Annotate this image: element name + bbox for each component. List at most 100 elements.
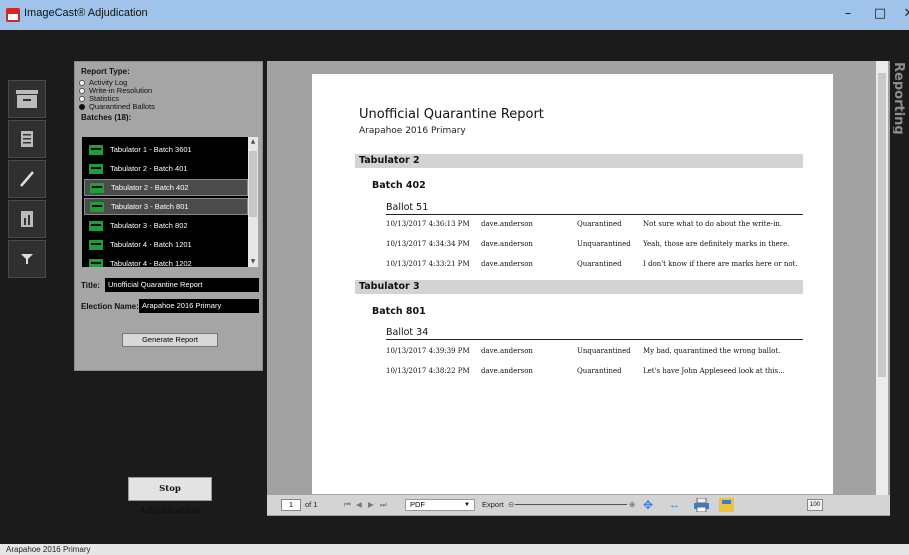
export-format-value: PDF <box>410 500 425 509</box>
maximize-button[interactable]: □ <box>866 3 894 25</box>
list-item[interactable]: Tabulator 2 - Batch 401 <box>84 160 248 177</box>
scroll-down-icon[interactable]: ▼ <box>248 257 258 267</box>
report-page: Unofficial Quarantine Report Arapahoe 20… <box>312 74 833 494</box>
row-status: Unquarantined <box>577 240 631 248</box>
tab-filter[interactable] <box>8 240 46 278</box>
prev-page-icon[interactable]: ◀ <box>356 495 362 515</box>
save-icon[interactable] <box>719 498 734 512</box>
table-row: 10/13/2017 4:39:39 PM dave.anderson Unqu… <box>386 347 816 359</box>
radio-dot <box>79 79 85 86</box>
stop-adjudication-button[interactable]: Stop Adjudication <box>128 477 212 516</box>
tab-reports[interactable] <box>8 200 46 238</box>
radio-quarantined-ballots[interactable]: Quarantined Ballots <box>79 102 155 111</box>
title-input[interactable]: Unofficial Quarantine Report <box>105 278 259 292</box>
election-name-label: Election Name: <box>81 302 139 311</box>
export-format-select[interactable]: PDF ▼ <box>405 499 475 511</box>
row-time: 10/13/2017 4:38:22 PM <box>386 367 470 375</box>
report-title: Unofficial Quarantine Report <box>359 107 544 122</box>
batch-label: Tabulator 4 - Batch 1201 <box>110 240 192 249</box>
zoom-slider[interactable]: 100 <box>515 499 823 511</box>
scroll-thumb[interactable] <box>878 73 886 377</box>
batch-icon <box>89 144 103 155</box>
reporting-label-text: Reporting <box>893 62 906 135</box>
list-item-selected[interactable]: Tabulator 3 - Batch 801 <box>84 198 248 215</box>
tabulator-header: Tabulator 2 <box>355 154 803 168</box>
report-icon <box>21 211 33 227</box>
ballot-header: Ballot 51 <box>386 202 803 215</box>
zoom-slider-thumb[interactable]: 100 <box>807 499 823 511</box>
batch-label: Tabulator 3 - Batch 801 <box>111 202 189 211</box>
election-name-input[interactable]: Arapahoe 2016 Primary <box>139 299 259 313</box>
batches-label: Batches (18): <box>81 113 132 122</box>
batch-list-scrollbar[interactable]: ▲ ▼ <box>248 137 258 267</box>
batch-icon <box>90 182 104 193</box>
first-page-icon[interactable]: ⏮ <box>344 495 351 515</box>
page-count: of 1 <box>305 500 318 509</box>
row-time: 10/13/2017 4:36:13 PM <box>386 220 470 228</box>
row-status: Quarantined <box>577 367 622 375</box>
scroll-thumb[interactable] <box>249 151 257 217</box>
row-user: dave.anderson <box>481 367 533 375</box>
close-button[interactable]: ✕ <box>895 3 909 25</box>
status-bar: Arapahoe 2016 Primary <box>0 544 909 555</box>
row-user: dave.anderson <box>481 347 533 355</box>
chevron-down-icon: ▼ <box>464 502 470 508</box>
batch-list[interactable]: Tabulator 1 - Batch 3601 Tabulator 2 - B… <box>82 137 258 267</box>
report-settings-panel: Report Type: Activity Log Write-in Resol… <box>74 61 263 371</box>
row-note: Let's have John Appleseed look at this..… <box>643 367 785 375</box>
side-tab-strip <box>8 80 46 280</box>
scroll-up-icon[interactable]: ▲ <box>248 137 258 147</box>
batch-header: Batch 801 <box>372 306 426 317</box>
ballot-header: Ballot 34 <box>386 327 803 340</box>
export-button[interactable]: Export <box>482 495 504 515</box>
zoom-in-icon[interactable]: ⊕ <box>629 495 635 515</box>
fit-width-icon[interactable]: ↔ <box>669 495 680 515</box>
table-row: 10/13/2017 4:33:21 PM dave.anderson Quar… <box>386 260 816 272</box>
list-item[interactable]: Tabulator 4 - Batch 1201 <box>84 236 248 253</box>
batch-header: Batch 402 <box>372 180 426 191</box>
row-note: I don't know if there are marks here or … <box>643 260 798 268</box>
row-time: 10/13/2017 4:33:21 PM <box>386 260 470 268</box>
filter-icon <box>21 254 33 264</box>
list-item[interactable]: Tabulator 4 - Batch 1202 <box>84 255 248 267</box>
row-status: Unquarantined <box>577 347 631 355</box>
tabulator-header: Tabulator 3 <box>355 280 803 294</box>
zoom-out-icon[interactable]: ⊖ <box>508 495 514 515</box>
list-item-selected[interactable]: Tabulator 2 - Batch 402 <box>84 179 248 196</box>
pencil-icon <box>20 171 34 187</box>
print-icon[interactable] <box>694 498 709 512</box>
title-label: Title: <box>81 281 100 290</box>
batch-label: Tabulator 2 - Batch 401 <box>110 164 188 173</box>
batch-box-icon <box>16 90 38 108</box>
window-title: ImageCast® Adjudication <box>24 7 148 19</box>
row-note: Yeah, those are definitely marks in ther… <box>643 240 790 248</box>
batch-icon <box>90 201 104 212</box>
app-icon <box>6 8 20 22</box>
batch-label: Tabulator 2 - Batch 402 <box>111 183 189 192</box>
row-user: dave.anderson <box>481 240 533 248</box>
tab-ballots[interactable] <box>8 120 46 158</box>
list-item[interactable]: Tabulator 3 - Batch 802 <box>84 217 248 234</box>
last-page-icon[interactable]: ⏭ <box>380 495 387 515</box>
radio-dot <box>79 87 85 94</box>
row-status: Quarantined <box>577 260 622 268</box>
fit-page-icon[interactable]: ✥ <box>643 495 653 515</box>
report-scrollbar[interactable] <box>876 61 888 495</box>
batch-icon <box>89 239 103 250</box>
next-page-icon[interactable]: ▶ <box>368 495 374 515</box>
list-item[interactable]: Tabulator 1 - Batch 3601 <box>84 141 248 158</box>
batch-label: Tabulator 3 - Batch 802 <box>110 221 188 230</box>
title-bar: ImageCast® Adjudication – □ ✕ <box>0 0 909 30</box>
batch-icon <box>89 258 103 267</box>
tab-adjudicate[interactable] <box>8 160 46 198</box>
tab-batches[interactable] <box>8 80 46 118</box>
viewer-toolbar: 1 of 1 ⏮ ◀ ▶ ⏭ PDF ▼ Export ⊖ 100 ⊕ ✥ ↔ <box>267 495 890 515</box>
row-user: dave.anderson <box>481 260 533 268</box>
report-type-label: Report Type: <box>81 67 130 76</box>
page-number-input[interactable]: 1 <box>281 499 301 511</box>
row-user: dave.anderson <box>481 220 533 228</box>
ballot-list-icon <box>21 131 33 147</box>
minimize-button[interactable]: – <box>834 3 862 25</box>
table-row: 10/13/2017 4:36:13 PM dave.anderson Quar… <box>386 220 816 232</box>
generate-report-button[interactable]: Generate Report <box>122 333 218 347</box>
